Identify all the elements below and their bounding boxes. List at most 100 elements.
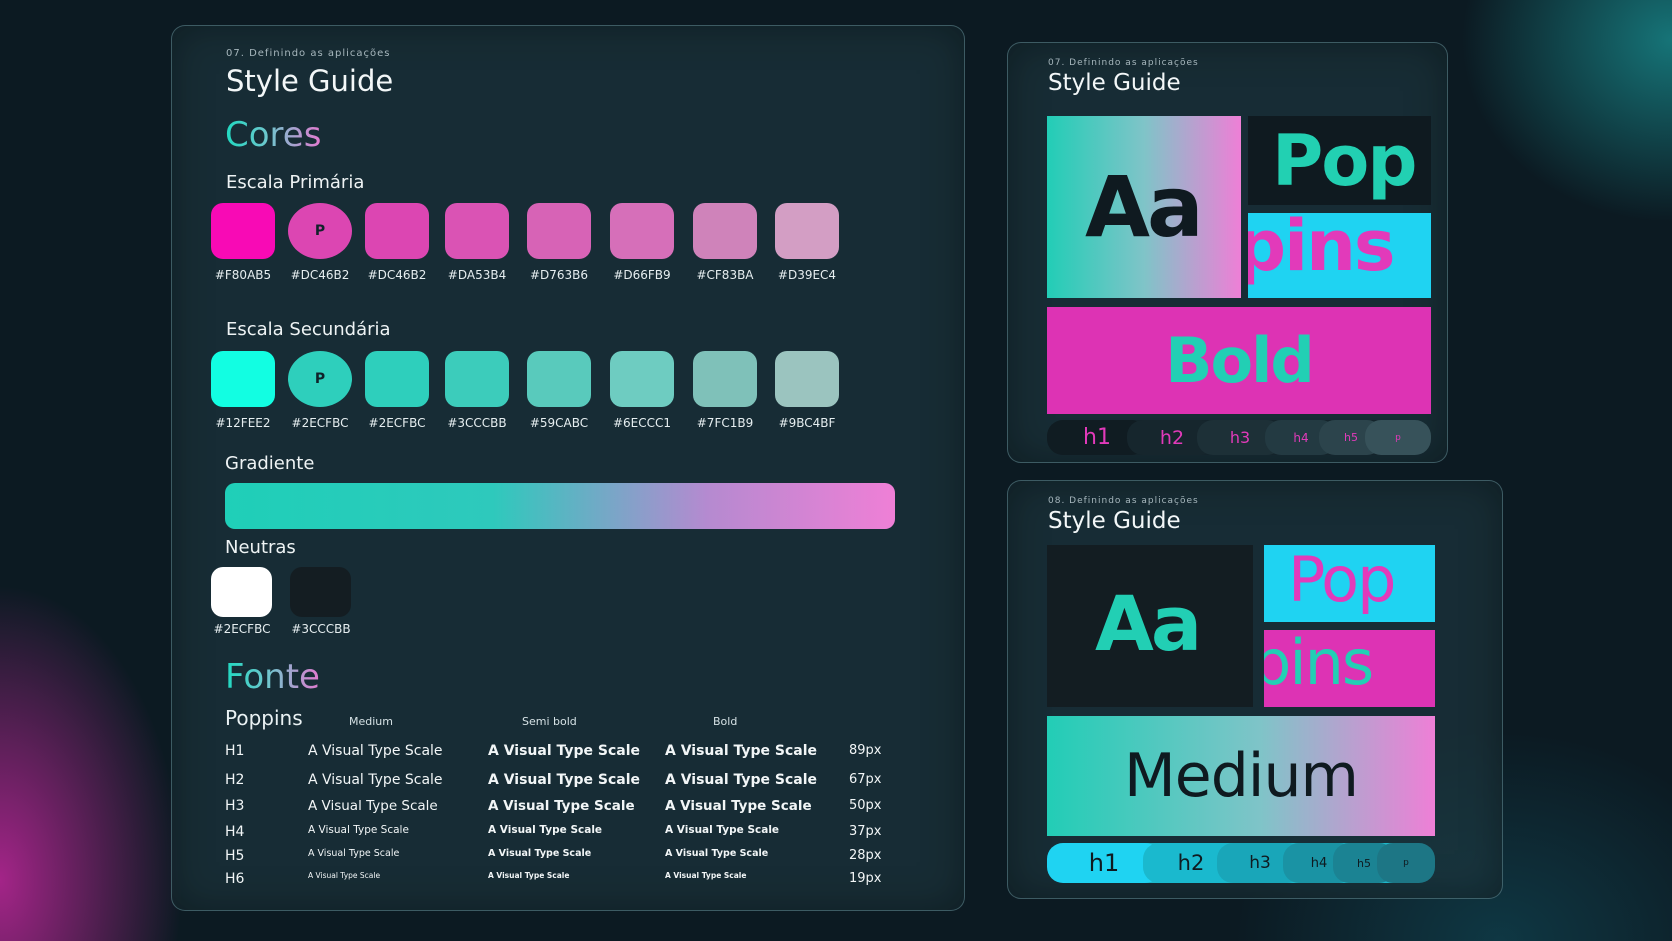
color-swatch: P <box>288 203 352 259</box>
color-swatch <box>693 351 757 407</box>
hex-code: #7FC1B9 <box>696 416 754 430</box>
size-value: 89px <box>849 743 882 758</box>
page-title: Style Guide <box>226 64 394 98</box>
weight-sample: Bold <box>1165 324 1314 397</box>
color-swatch <box>365 351 429 407</box>
sample-bold: A Visual Type Scale <box>665 743 818 759</box>
heading-level-p[interactable]: p <box>1377 843 1435 883</box>
heading-tag: H1 <box>225 743 245 759</box>
hex-code: #6ECCC1 <box>612 416 672 430</box>
heading-tag: H5 <box>225 848 245 864</box>
weight-bold-label: Bold <box>713 715 738 728</box>
sample-bold: A Visual Type Scale <box>665 798 812 814</box>
card-eyebrow: 08. Definindo as aplicações <box>1048 496 1199 506</box>
pins-tile: pins <box>1248 213 1431 298</box>
card-eyebrow: 07. Definindo as aplicações <box>1048 58 1199 68</box>
aa-tile: Aa <box>1047 545 1253 707</box>
hex-code: #D39EC4 <box>777 268 837 282</box>
type-scale-row: H5 A Visual Type Scale A Visual Type Scale… <box>225 848 895 870</box>
sample-medium: A Visual Type Scale <box>308 798 438 814</box>
heading-scale-bar: h1 h2 h3 h4 h5 p <box>1047 843 1435 883</box>
color-swatch <box>610 203 674 259</box>
aa-sample: Aa <box>1095 579 1202 668</box>
pop-sample: Pop <box>1288 545 1396 616</box>
heading-tag: H4 <box>225 824 245 840</box>
card-title: Style Guide <box>1048 508 1181 534</box>
color-swatch <box>365 203 429 259</box>
sample-semibold: A Visual Type Scale <box>488 848 592 859</box>
hex-code: #3CCCBB <box>291 622 351 636</box>
heading-tag: H3 <box>225 798 245 814</box>
sample-medium: A Visual Type Scale <box>308 743 443 759</box>
type-scale-row: H1 A Visual Type Scale A Visual Type Scale… <box>225 743 895 765</box>
hex-code: #9BC4BF <box>778 416 836 430</box>
color-swatch <box>527 351 591 407</box>
hex-code: #D763B6 <box>529 268 589 282</box>
hex-code: #2ECFBC <box>213 622 271 636</box>
hex-code: #D66FB9 <box>613 268 671 282</box>
hex-code: #3CCCBB <box>447 416 507 430</box>
font-heading: Fonte <box>225 657 320 697</box>
font-family-name: Poppins <box>225 706 303 730</box>
size-value: 19px <box>849 871 882 886</box>
hex-code: #2ECFBC <box>368 416 426 430</box>
gradient-label: Gradiente <box>225 453 315 474</box>
heading-scale-bar: h1 h2 h3 h4 h5 p <box>1047 420 1431 455</box>
sample-semibold: A Visual Type Scale <box>488 871 570 880</box>
size-value: 28px <box>849 848 882 863</box>
color-swatch <box>610 351 674 407</box>
card-title: Style Guide <box>1048 70 1181 96</box>
style-guide-panel: 07. Definindo as aplicações Style Guide … <box>171 25 965 911</box>
sample-semibold: A Visual Type Scale <box>488 743 641 759</box>
sample-semibold: A Visual Type Scale <box>488 824 603 836</box>
color-swatch: P <box>288 351 352 407</box>
weight-tile: Bold <box>1047 307 1431 414</box>
heading-level-p[interactable]: p <box>1365 420 1431 455</box>
secondary-scale-label: Escala Secundária <box>226 319 391 340</box>
heading-tag: H2 <box>225 772 245 788</box>
heading-tag: H6 <box>225 871 245 887</box>
size-value: 67px <box>849 772 882 787</box>
primary-marker: P <box>314 223 326 239</box>
size-value: 37px <box>849 824 882 839</box>
sample-bold: A Visual Type Scale <box>665 871 747 880</box>
primary-scale-label: Escala Primária <box>226 172 365 193</box>
weight-sample: Medium <box>1124 741 1359 811</box>
weight-medium-label: Medium <box>349 715 393 728</box>
bold-type-card: 07. Definindo as aplicações Style Guide … <box>1007 42 1448 463</box>
pins-tile: pins <box>1264 630 1435 707</box>
aa-sample: Aa <box>1085 158 1204 256</box>
hex-code: #DA53B4 <box>447 268 507 282</box>
pop-tile: Pop <box>1248 116 1431 205</box>
colors-heading: Cores <box>225 115 322 155</box>
pop-tile: Pop <box>1264 545 1435 622</box>
sample-bold: A Visual Type Scale <box>665 848 769 859</box>
color-swatch <box>445 351 509 407</box>
sample-medium: A Visual Type Scale <box>308 848 400 859</box>
medium-type-card: 08. Definindo as aplicações Style Guide … <box>1007 480 1503 899</box>
color-swatch <box>775 351 839 407</box>
pop-sample: Pop <box>1272 120 1418 202</box>
pins-sample: pins <box>1248 213 1396 287</box>
sample-medium: A Visual Type Scale <box>308 871 381 880</box>
neutral-swatch <box>290 567 351 617</box>
neutrals-label: Neutras <box>225 537 296 558</box>
color-swatch <box>527 203 591 259</box>
sample-medium: A Visual Type Scale <box>308 824 409 836</box>
weight-tile: Medium <box>1047 716 1435 836</box>
section-eyebrow: 07. Definindo as aplicações <box>226 48 391 59</box>
sample-bold: A Visual Type Scale <box>665 824 780 836</box>
gradient-bar <box>225 483 895 529</box>
hex-code: #DC46B2 <box>367 268 427 282</box>
weight-semibold-label: Semi bold <box>522 715 577 728</box>
sample-medium: A Visual Type Scale <box>308 772 443 788</box>
pins-sample: pins <box>1264 630 1374 699</box>
neutral-swatch <box>211 567 272 617</box>
sample-semibold: A Visual Type Scale <box>488 772 641 788</box>
sample-semibold: A Visual Type Scale <box>488 798 635 814</box>
sample-bold: A Visual Type Scale <box>665 772 818 788</box>
hex-code: #CF83BA <box>696 268 754 282</box>
size-value: 50px <box>849 798 882 813</box>
type-scale-row: H3 A Visual Type Scale A Visual Type Scale… <box>225 798 895 820</box>
color-swatch <box>211 203 275 259</box>
